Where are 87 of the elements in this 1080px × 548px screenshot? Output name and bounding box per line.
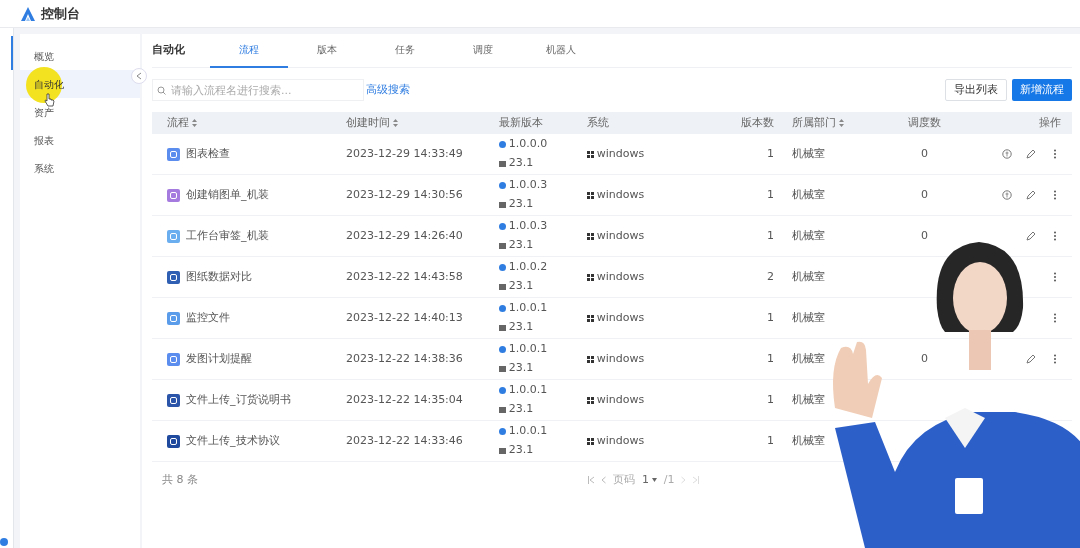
table-cell-text: windows: [596, 350, 645, 367]
version-number: 1.0.0.1: [508, 382, 548, 399]
table-cell-text: windows: [596, 227, 645, 244]
build-number: 23.1: [508, 401, 534, 418]
table-cell: 1: [767, 146, 774, 160]
table-cell-text: 2023-12-29 14:33:49: [346, 145, 464, 162]
table-cell-text: 2023-12-29 14:30:56: [346, 186, 464, 203]
table-cell-text: windows: [596, 309, 645, 326]
build-number: 23.1: [508, 196, 534, 213]
table-cell-text: 2023-12-22 14:43:58: [346, 268, 464, 285]
table-cell: 1: [767, 392, 774, 406]
flow-name[interactable]: 图纸数据对比: [186, 268, 252, 286]
sidebar-item[interactable]: 资产: [20, 98, 140, 126]
flow-name[interactable]: 创建销图单_机装: [186, 186, 269, 204]
column-header: 调度数: [908, 114, 941, 131]
tab[interactable]: 版本: [288, 33, 366, 68]
flow-name[interactable]: 发图计划提醒: [186, 350, 252, 368]
table-cell-text: 2023-12-22 14:33:46: [346, 432, 464, 449]
section-title: 自动化: [152, 42, 186, 59]
table-cell-text: 2023-12-22 14:35:04: [346, 391, 464, 408]
version-number: 1.0.0.1: [508, 341, 548, 358]
table-cell: 机械室: [792, 351, 825, 365]
add-button[interactable]: 新增流程: [1012, 79, 1072, 101]
build-number: 23.1: [508, 237, 534, 254]
page-label: 页码: [613, 471, 635, 488]
table-cell-text: windows: [596, 268, 645, 285]
tab[interactable]: 机器人: [522, 33, 600, 68]
total-count: 共 8 条: [162, 471, 198, 488]
build-number: 23.1: [508, 360, 534, 377]
build-number: 23.1: [508, 442, 534, 459]
table-cell: 机械室: [792, 269, 825, 283]
build-number: 23.1: [508, 155, 534, 172]
tab[interactable]: 流程: [210, 33, 288, 68]
flow-name[interactable]: 图表检查: [186, 145, 230, 163]
table-cell: 机械室: [792, 433, 825, 447]
version-number: 1.0.0.3: [508, 177, 548, 194]
table-cell: 机械室: [792, 392, 825, 406]
table-cell: 机械室: [792, 310, 825, 324]
table-cell: 1: [767, 433, 774, 447]
sidebar-item[interactable]: 报表: [20, 126, 140, 154]
table-cell: 0: [921, 146, 928, 160]
flow-name[interactable]: 监控文件: [186, 309, 230, 327]
version-number: 1.0.0.2: [508, 259, 548, 276]
table-cell-text: 2023-12-29 14:26:40: [346, 227, 464, 244]
build-number: 23.1: [508, 319, 534, 336]
table-cell-text: 2023-12-22 14:38:36: [346, 350, 464, 367]
sidebar-item[interactable]: 系统: [20, 154, 140, 182]
sidebar-item[interactable]: 概览: [20, 42, 140, 70]
sortable-column-header[interactable]: 创建时间: [346, 114, 390, 132]
table-cell: 2: [767, 269, 774, 283]
column-header: 最新版本: [499, 114, 543, 131]
flow-name[interactable]: 工作台审签_机装: [186, 227, 269, 245]
table-cell: 1: [767, 187, 774, 201]
flow-name[interactable]: 文件上传_订货说明书: [186, 391, 291, 409]
page-total: /1: [663, 471, 675, 488]
tab[interactable]: 任务: [366, 33, 444, 68]
page-select[interactable]: 1: [642, 471, 657, 489]
table-cell: 机械室: [792, 146, 825, 160]
table-cell: 1: [767, 351, 774, 365]
table-cell-text: windows: [596, 186, 645, 203]
build-number: 23.1: [508, 278, 534, 295]
table-cell: 0: [921, 228, 928, 242]
version-number: 1.0.0.3: [508, 218, 548, 235]
table-cell: 0: [921, 187, 928, 201]
sortable-column-header[interactable]: 所属部门: [792, 114, 836, 132]
version-number: 1.0.0.1: [508, 423, 548, 440]
app-title: 控制台: [41, 4, 80, 23]
table-cell: 机械室: [792, 187, 825, 201]
column-header: 版本数: [741, 114, 774, 131]
table-cell: 机械室: [792, 228, 825, 242]
export-button[interactable]: 导出列表: [944, 79, 1007, 101]
table-cell: 0: [921, 351, 928, 365]
table-cell-text: windows: [596, 145, 645, 162]
table-cell-text: 2023-12-22 14:40:13: [346, 309, 464, 326]
table-cell: 1: [767, 310, 774, 324]
table-cell-text: windows: [596, 432, 645, 449]
version-number: 1.0.0.1: [508, 300, 548, 317]
version-number: 1.0.0.0: [508, 136, 548, 153]
table-cell: 1: [767, 228, 774, 242]
search-field[interactable]: 请输入流程名进行搜索...: [152, 79, 364, 101]
advanced-search-link[interactable]: 高级搜索: [366, 81, 410, 99]
tab[interactable]: 调度: [444, 33, 522, 68]
column-header: 系统: [587, 114, 609, 131]
column-header: 操作: [1039, 114, 1061, 131]
table-cell-text: windows: [596, 391, 645, 408]
flow-name[interactable]: 文件上传_技术协议: [186, 432, 280, 450]
sortable-column-header[interactable]: 流程: [167, 114, 189, 132]
